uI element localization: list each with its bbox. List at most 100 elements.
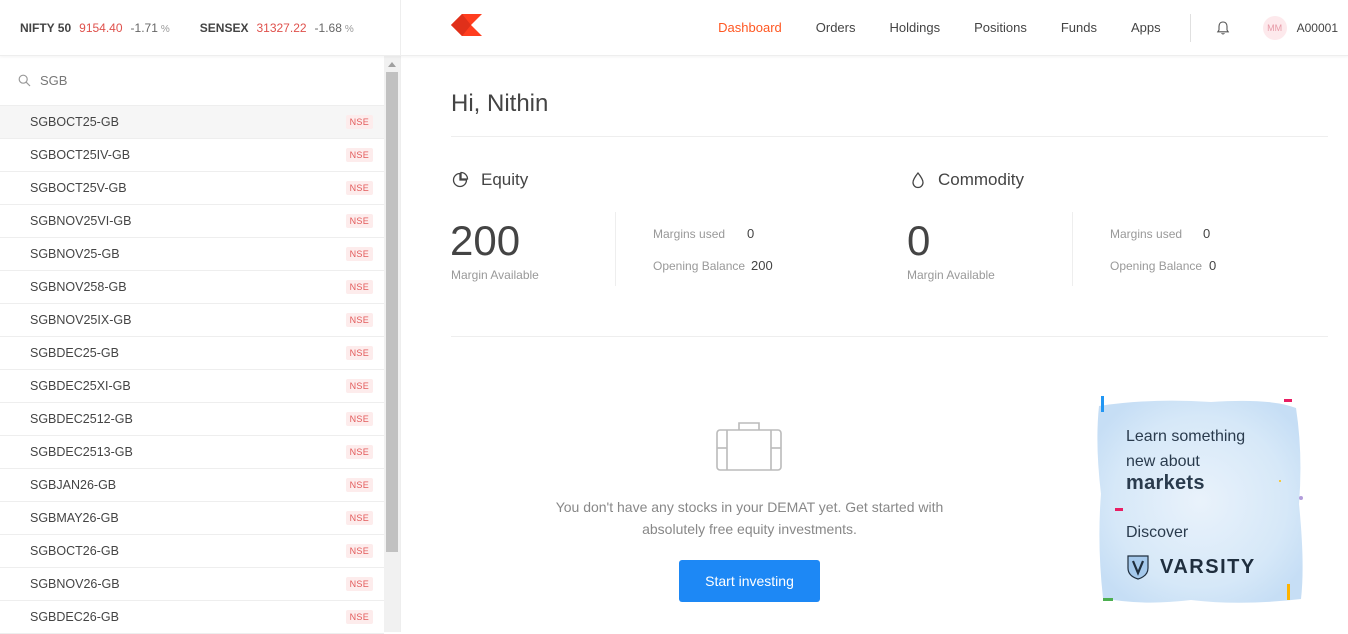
instrument-symbol: SGBNOV25VI-GB [30,214,132,228]
instrument-symbol: SGBMAY26-GB [30,511,119,525]
instrument-symbol: SGBDEC2513-GB [30,445,133,459]
exchange-badge: NSE [345,181,373,195]
drop-icon [912,171,924,189]
exchange-badge: NSE [345,610,373,624]
list-item[interactable]: SGBNOV258-GB NSE [0,271,384,304]
instrument-symbol: SGBNOV26-GB [30,577,120,591]
commodity-margins-used: 0 [1203,226,1211,241]
search-bar [0,56,384,106]
list-item[interactable]: SGBDEC2513-GB NSE [0,436,384,469]
commodity-section-title: Commodity [910,170,1024,190]
equity-margins-used-label: Margins used [653,227,726,241]
nav-holdings[interactable]: Holdings [890,20,941,35]
varsity-discover: Discover [1126,524,1189,541]
instrument-symbol: SGBNOV25-GB [30,247,120,261]
exchange-badge: NSE [345,577,373,591]
avatar[interactable]: MM [1262,15,1287,40]
varsity-markets: markets [1126,472,1205,494]
exchange-badge: NSE [345,148,373,162]
index-change: -1.71 [130,20,158,35]
exchange-badge: NSE [345,313,373,327]
instrument-symbol: SGBOCT25V-GB [30,181,127,195]
instrument-symbol: SGBOCT25IV-GB [30,148,131,162]
list-item[interactable]: SGBJAN26-GB NSE [0,469,384,502]
instrument-symbol: SGBJAN26-GB [30,478,117,492]
instrument-symbol: SGBOCT26-GB [30,544,119,558]
equity-margin-available-label: Margin Available [451,268,539,282]
instrument-symbol: SGBDEC25-GB [30,346,119,360]
main-nav: Dashboard Orders Holdings Positions Fund… [701,0,1348,55]
index-unit: % [344,23,354,35]
search-icon [18,74,31,87]
exchange-badge: NSE [345,511,373,525]
exchange-badge: NSE [345,544,373,558]
list-item[interactable]: SGBNOV26-GB NSE [0,568,384,601]
exchange-badge: NSE [345,478,373,492]
equity-title: Equity [481,170,529,189]
commodity-margins-used-label: Margins used [1110,227,1183,241]
varsity-logo: VARSITY [1126,554,1256,580]
top-header: NIFTY 50 9154.40 -1.71 % SENSEX 31327.22… [0,0,1348,56]
index-change: -1.68 [314,20,342,35]
search-input[interactable] [40,73,340,88]
divider [451,136,1328,137]
list-item[interactable]: SGBOCT25-GB NSE [0,106,384,139]
equity-opening-balance-label: Opening Balance [653,259,746,273]
index-value: 31327.22 [256,20,307,35]
vertical-divider [1072,212,1073,286]
nav-dashboard[interactable]: Dashboard [718,20,782,35]
varsity-promo-card[interactable]: Learn something new about markets Discov… [1091,394,1313,608]
list-item[interactable]: SGBMAY26-GB NSE [0,502,384,535]
market-indices: NIFTY 50 9154.40 -1.71 % SENSEX 31327.22… [0,0,401,55]
varsity-text: new about [1126,453,1200,470]
user-id[interactable]: A00001 [1297,21,1338,35]
list-item[interactable]: SGBNOV25IX-GB NSE [0,304,384,337]
dashboard-main: Hi, Nithin Equity 200 Margin Available M… [401,56,1348,632]
nav-apps[interactable]: Apps [1131,20,1161,35]
exchange-badge: NSE [345,346,373,360]
list-item[interactable]: SGBOCT25V-GB NSE [0,172,384,205]
instrument-list: SGBOCT25-GB NSE SGBOCT25IV-GB NSE SGBOCT25V-… [0,106,384,634]
list-item[interactable]: SGBNOV25VI-GB NSE [0,205,384,238]
scroll-up-arrow-icon[interactable] [384,56,400,72]
marketwatch-sidebar: SGBOCT25-GBNSESGBOCT25IV-GBNSESGBOCT25V-… [0,56,401,634]
instrument-symbol: SGBDEC25XI-GB [30,379,131,393]
nav-funds[interactable]: Funds [1061,20,1097,35]
index-nifty[interactable]: NIFTY 50 9154.40 -1.71 % [20,21,170,35]
list-item[interactable]: SGBDEC25XI-GB NSE [0,370,384,403]
varsity-shield-icon [1127,555,1149,580]
scrollbar-thumb[interactable] [386,72,398,552]
list-item[interactable]: SGBOCT25IV-GB NSE [0,139,384,172]
varsity-brand: VARSITY [1160,555,1256,578]
list-item[interactable]: SGBDEC2512-GB NSE [0,403,384,436]
equity-margins-used: 0 [747,226,755,241]
empty-holdings-message: You don't have any stocks in your DEMAT … [555,499,944,537]
list-item[interactable]: SGBDEC26-GB NSE [0,601,384,634]
commodity-margin-available-label: Margin Available [907,268,995,282]
briefcase-icon [716,422,782,471]
list-item[interactable]: SGBOCT26-GB NSE [0,535,384,568]
commodity-opening-balance-label: Opening Balance [1110,259,1203,273]
commodity-title: Commodity [938,170,1024,189]
instrument-symbol: SGBNOV258-GB [30,280,127,294]
scrollbar[interactable] [384,56,400,632]
bell-icon[interactable] [1215,20,1231,36]
exchange-badge: NSE [345,280,373,294]
exchange-badge: NSE [345,379,373,393]
nav-positions[interactable]: Positions [974,20,1027,35]
list-item[interactable]: SGBDEC25-GB NSE [0,337,384,370]
index-sensex[interactable]: SENSEX 31327.22 -1.68 % [200,21,354,35]
commodity-margin-available: 0 [907,217,931,264]
vertical-divider [615,212,616,286]
nav-divider [1189,13,1191,42]
divider [451,336,1328,337]
instrument-symbol: SGBDEC2512-GB [30,412,133,426]
kite-logo-icon[interactable] [451,14,483,36]
instrument-symbol: SGBDEC26-GB [30,610,119,624]
nav-orders[interactable]: Orders [816,20,856,35]
index-value: 9154.40 [79,20,123,35]
start-investing-button[interactable]: Start investing [679,560,820,602]
list-item[interactable]: SGBNOV25-GB NSE [0,238,384,271]
index-name: SENSEX [199,20,249,35]
commodity-opening-balance: 0 [1209,258,1217,273]
